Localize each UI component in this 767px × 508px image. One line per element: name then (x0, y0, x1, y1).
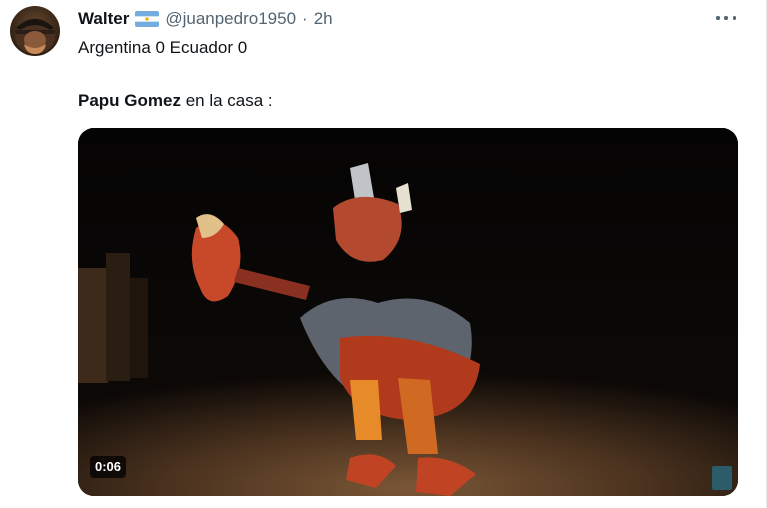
more-horizontal-icon[interactable] (716, 14, 736, 22)
tweet-text-line-1: Argentina 0 Ecuador 0 (78, 38, 248, 57)
timestamp[interactable]: 2h (314, 8, 333, 30)
user-handle[interactable]: @juanpedro1950 (165, 8, 296, 30)
display-name[interactable]: Walter (78, 8, 129, 30)
tweet-header: Walter @juanpedro1950 · 2h (78, 8, 333, 30)
tweet-text-line-2: Papu Gomez en la casa : (78, 90, 273, 112)
more-dot (716, 16, 720, 20)
tweet-text-bold: Papu Gomez (78, 91, 181, 110)
more-dot (724, 16, 728, 20)
argentina-flag-icon (135, 11, 160, 27)
tweet-text-rest: en la casa : (180, 91, 273, 110)
avatar[interactable] (10, 6, 60, 56)
video-duration-badge: 0:06 (90, 456, 127, 478)
tweet-card[interactable]: Walter @juanpedro1950 · 2h Argentina 0 E… (0, 0, 767, 508)
video-frame (78, 128, 738, 496)
header-separator: · (302, 9, 308, 28)
avatar-image (14, 18, 56, 54)
video-player[interactable] (78, 128, 738, 496)
more-dot (732, 16, 736, 20)
picture-in-picture-icon[interactable] (712, 466, 732, 490)
